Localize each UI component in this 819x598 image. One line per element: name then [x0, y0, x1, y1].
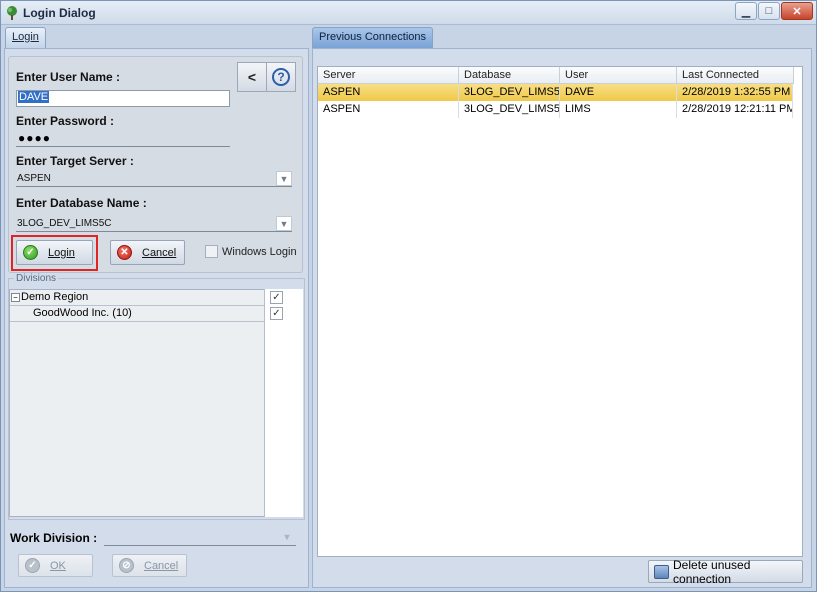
user-name-value: DAVE — [18, 91, 50, 103]
divisions-tree — [9, 289, 303, 517]
ok-button-label: OK — [50, 559, 66, 572]
table-row[interactable]: ASPEN 3LOG_DEV_LIMS5C LIMS 2/28/2019 12:… — [318, 101, 793, 118]
cell-last-connected: 2/28/2019 1:32:55 PM — [677, 84, 793, 101]
divisions-check-column — [264, 289, 303, 517]
cancel-button-label: Cancel — [142, 246, 177, 259]
help-button[interactable]: ? — [266, 62, 296, 92]
work-division-cancel-button[interactable]: ⊘ Cancel — [112, 554, 187, 577]
database-name-underline — [16, 231, 292, 232]
user-name-input[interactable]: DAVE — [16, 90, 230, 107]
tree-row[interactable]: GoodWood Inc. (10) — [10, 306, 264, 322]
tree-row-label: Demo Region — [21, 291, 89, 303]
password-input[interactable]: ●●●● — [18, 131, 51, 145]
maximize-icon: □ — [765, 5, 773, 17]
minimize-button[interactable]: ▁ — [735, 2, 757, 20]
tree-row-label: GoodWood Inc. (10) — [33, 307, 132, 319]
connections-grid — [317, 66, 803, 557]
cell-last-connected: 2/28/2019 12:21:11 PM — [677, 101, 793, 118]
cell-server: ASPEN — [318, 84, 459, 101]
back-arrow-icon: < — [247, 69, 257, 85]
tab-login[interactable]: Login — [5, 27, 46, 48]
back-button[interactable]: < — [237, 62, 267, 92]
tab-previous-label: Previous Connections — [319, 31, 427, 43]
tab-login-label: Login — [12, 31, 39, 43]
tree-checkbox[interactable]: ✓ — [270, 291, 283, 304]
column-header-last-connected[interactable]: Last Connected — [677, 67, 794, 84]
windows-login-label: Windows Login — [222, 246, 297, 258]
cell-database: 3LOG_DEV_LIMS5C — [459, 84, 560, 101]
minimize-icon: ▁ — [741, 5, 751, 18]
delete-unused-connection-button[interactable]: Delete unused connection — [648, 557, 803, 586]
delete-connection-icon — [654, 564, 670, 579]
password-label: Enter Password : — [16, 114, 115, 128]
column-header-server[interactable]: Server — [318, 67, 459, 84]
check-circle-icon: ✓ — [23, 245, 38, 260]
delete-button-label: Delete unused connection — [673, 557, 751, 586]
divisions-caption: Divisions — [14, 273, 59, 284]
user-name-label: Enter User Name : — [16, 70, 121, 84]
title-bar[interactable]: Login Dialog ▁ □ ✕ — [1, 1, 816, 25]
work-division-select[interactable] — [104, 545, 296, 546]
column-header-database[interactable]: Database — [459, 67, 560, 84]
tree-checkbox[interactable]: ✓ — [270, 307, 283, 320]
cancel-circle-icon: ⊘ — [119, 558, 134, 573]
chevron-down-icon[interactable]: ▼ — [276, 171, 292, 186]
help-icon: ? — [272, 68, 290, 86]
close-button[interactable]: ✕ — [781, 2, 813, 20]
cell-database: 3LOG_DEV_LIMS5C — [459, 101, 560, 118]
windows-login-checkbox[interactable] — [205, 245, 218, 258]
database-name-select[interactable]: 3LOG_DEV_LIMS5C — [17, 218, 112, 229]
chevron-down-icon[interactable]: ▼ — [276, 216, 292, 231]
login-button[interactable]: ✓ Login — [16, 240, 93, 265]
window-title: Login Dialog — [23, 6, 96, 20]
cell-user: LIMS — [560, 101, 677, 118]
table-row[interactable]: ASPEN 3LOG_DEV_LIMS5C DAVE 2/28/2019 1:3… — [318, 84, 793, 101]
cancel-button[interactable]: ✕ Cancel — [110, 240, 185, 265]
column-header-user[interactable]: User — [560, 67, 677, 84]
work-division-cancel-label: Cancel — [144, 559, 179, 572]
work-division-label: Work Division : — [10, 531, 98, 545]
maximize-button[interactable]: □ — [758, 2, 780, 20]
check-circle-icon: ✓ — [25, 558, 40, 573]
tree-row[interactable]: − Demo Region — [10, 290, 264, 306]
ok-button[interactable]: ✓ OK — [18, 554, 93, 577]
target-server-select[interactable]: ASPEN — [17, 173, 51, 184]
cell-user: DAVE — [560, 84, 677, 101]
password-underline — [16, 146, 230, 147]
cancel-circle-icon: ✕ — [117, 245, 132, 260]
tab-previous-connections[interactable]: Previous Connections — [312, 27, 434, 48]
cell-server: ASPEN — [318, 101, 459, 118]
chevron-down-icon[interactable]: ▼ — [279, 529, 295, 544]
close-icon: ✕ — [792, 5, 802, 18]
login-button-label: Login — [48, 246, 75, 259]
collapse-icon[interactable]: − — [11, 293, 20, 302]
target-server-underline — [16, 186, 292, 187]
database-name-label: Enter Database Name : — [16, 196, 147, 210]
tree-app-icon — [7, 6, 17, 20]
target-server-label: Enter Target Server : — [16, 154, 134, 168]
